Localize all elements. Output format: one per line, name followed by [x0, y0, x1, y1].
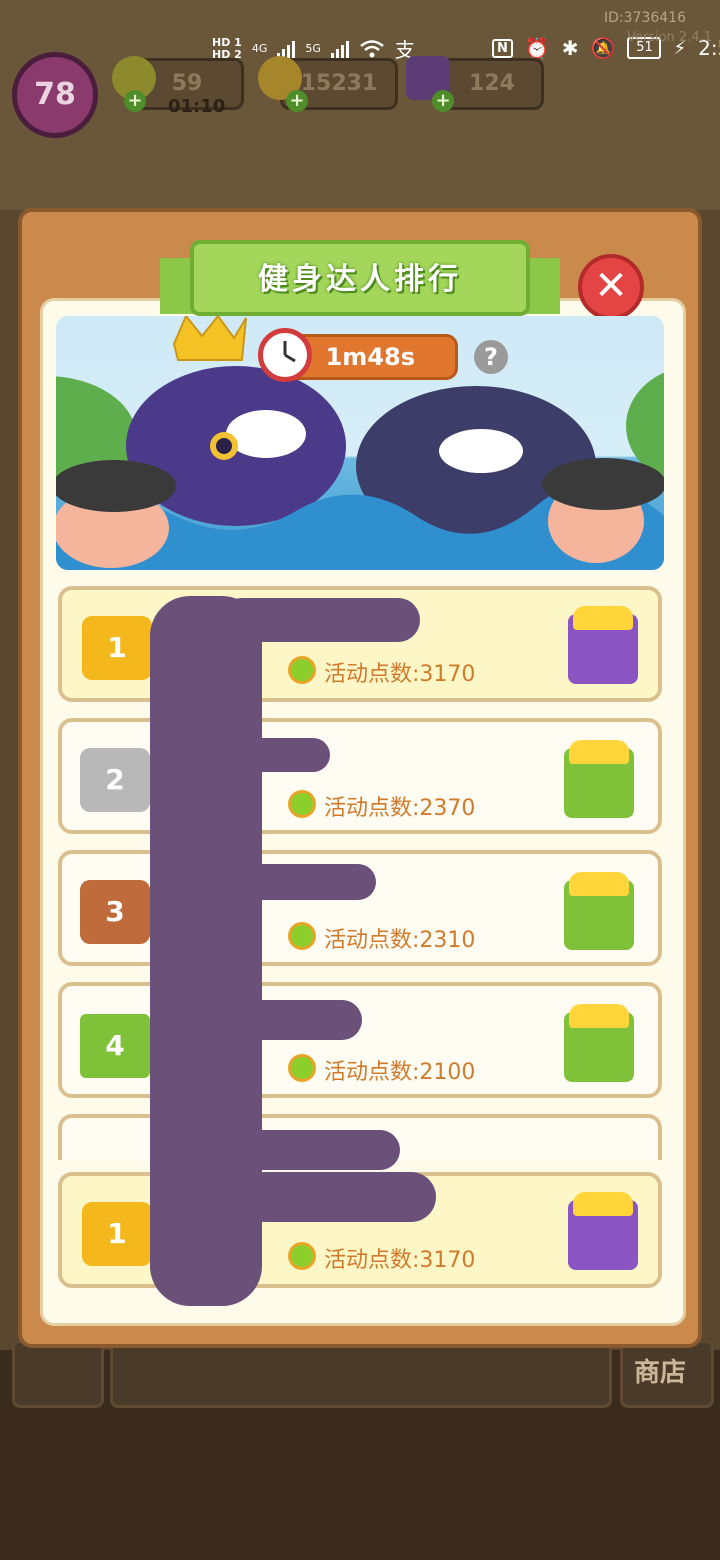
- activity-point-icon: [288, 1054, 316, 1082]
- help-button[interactable]: ?: [474, 340, 508, 374]
- silver-medal-icon: 2: [80, 748, 150, 812]
- bronze-medal-icon: 3: [80, 880, 150, 944]
- score-label: 活动点数:2100: [324, 1060, 476, 1085]
- rank-number: 1: [107, 1217, 127, 1250]
- score-label: 活动点数:2310: [324, 928, 476, 953]
- gift-box-icon[interactable]: [568, 606, 638, 684]
- rank-four-badge-icon: 4: [80, 1014, 150, 1078]
- ranking-row-2[interactable]: 2 活动点数:2370: [58, 718, 662, 834]
- gift-box-icon[interactable]: [564, 740, 634, 818]
- gem-counter[interactable]: 124: [440, 58, 544, 110]
- network-4g-label: 4G: [251, 42, 268, 55]
- gold-medal-icon: 1: [82, 1202, 152, 1266]
- score-label: 活动点数:2370: [324, 796, 476, 821]
- watermark-id: ID:3736416: [604, 10, 686, 26]
- add-energy-button[interactable]: +: [124, 90, 146, 112]
- rank-number: 4: [105, 1029, 125, 1062]
- bottom-left-button[interactable]: [12, 1340, 104, 1408]
- ranking-row-4[interactable]: 4 活动点数:2100: [58, 982, 662, 1098]
- shop-label: 商店: [634, 1358, 687, 1388]
- nfc-icon: N: [492, 38, 513, 58]
- player-level-badge[interactable]: 78: [12, 52, 98, 138]
- network-5g-label: 5G: [305, 42, 321, 55]
- gift-box-icon[interactable]: [564, 1004, 634, 1082]
- watermark-version: Version 2.4.1: [626, 30, 712, 45]
- signal-icon-2: [330, 39, 349, 59]
- mute-icon: 🔕: [590, 36, 616, 60]
- add-gems-button[interactable]: +: [432, 90, 454, 112]
- panel-title: 健身达人排行: [258, 262, 462, 297]
- bottom-center-bar[interactable]: [110, 1340, 612, 1408]
- gift-box-icon[interactable]: [564, 872, 634, 950]
- activity-point-icon: [288, 922, 316, 950]
- wifi-icon: [360, 39, 384, 57]
- bluetooth-icon: ✱: [561, 36, 579, 60]
- energy-value: 59: [171, 71, 203, 96]
- score-label: 活动点数:3170: [324, 662, 476, 687]
- energy-timer: 01:10: [168, 96, 226, 117]
- coin-value: 15231: [300, 71, 378, 96]
- gift-box-icon[interactable]: [568, 1192, 638, 1270]
- score-label: 活动点数:3170: [324, 1248, 476, 1273]
- activity-point-icon: [288, 1242, 316, 1270]
- activity-point-icon: [288, 790, 316, 818]
- hd-indicators: HD 1 HD 2: [212, 35, 242, 61]
- close-button[interactable]: ✕: [578, 254, 644, 320]
- hd1-label: HD 1: [212, 35, 242, 49]
- gem-value: 124: [469, 71, 515, 96]
- alarm-icon: ⏰: [524, 36, 550, 60]
- clock-icon: [258, 328, 312, 382]
- rank-number: 1: [107, 631, 127, 664]
- rank-number: 3: [105, 895, 125, 928]
- add-coins-button[interactable]: +: [286, 90, 308, 112]
- gold-medal-icon: 1: [82, 616, 152, 680]
- rank-number: 2: [105, 763, 125, 796]
- activity-point-icon: [288, 656, 316, 684]
